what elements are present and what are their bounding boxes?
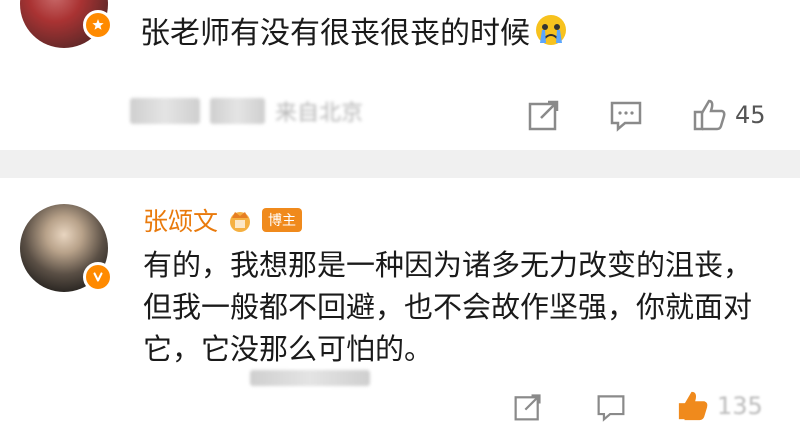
share-button[interactable] <box>527 98 561 132</box>
location-text: 来自北京 <box>275 101 364 126</box>
verified-badge-icon <box>83 10 113 40</box>
comment-body: 张老师有没有很丧很丧的时候 <box>140 16 530 51</box>
verified-badge-icon <box>83 262 113 292</box>
like-count: 135 <box>717 392 763 420</box>
share-button[interactable] <box>513 392 543 422</box>
reply-body: 有的，我想那是一种因为诸多无力改变的沮丧，但我一般都不回避，也不会故作坚强，你就… <box>143 248 753 366</box>
author-row: 张颂文 博主 <box>143 202 303 238</box>
share-icon <box>514 394 541 421</box>
like-button[interactable]: 135 <box>677 390 763 422</box>
thumbs-up-icon <box>678 391 708 421</box>
comment-card-reply: 张颂文 博主 有的，我想那是一种因为诸多无力改变的沮丧，但我一般都不回避，也不会… <box>0 178 800 439</box>
separator <box>0 150 800 178</box>
blogger-tag: 博主 <box>262 208 303 232</box>
share-icon <box>528 100 559 131</box>
author-name[interactable]: 张颂文 <box>143 202 218 238</box>
thumbs-up-icon <box>693 99 726 131</box>
comment-icon <box>610 101 642 132</box>
blurred-timestamp <box>130 98 200 124</box>
blurred-timestamp <box>250 370 370 386</box>
comment-button[interactable] <box>596 392 626 422</box>
comment-text: 张老师有没有很丧很丧的时候 <box>140 8 568 52</box>
like-count: 45 <box>735 101 766 129</box>
blurred-timestamp <box>210 98 265 124</box>
comment-button[interactable] <box>609 98 643 132</box>
crown-icon <box>230 212 251 232</box>
like-button[interactable]: 45 <box>693 98 766 132</box>
comment-card-top: 张老师有没有很丧很丧的时候 来自北京 45 <box>0 0 800 150</box>
comment-meta: 来自北京 <box>130 96 410 126</box>
comment-icon <box>597 395 625 422</box>
crying-face-icon <box>536 15 566 45</box>
